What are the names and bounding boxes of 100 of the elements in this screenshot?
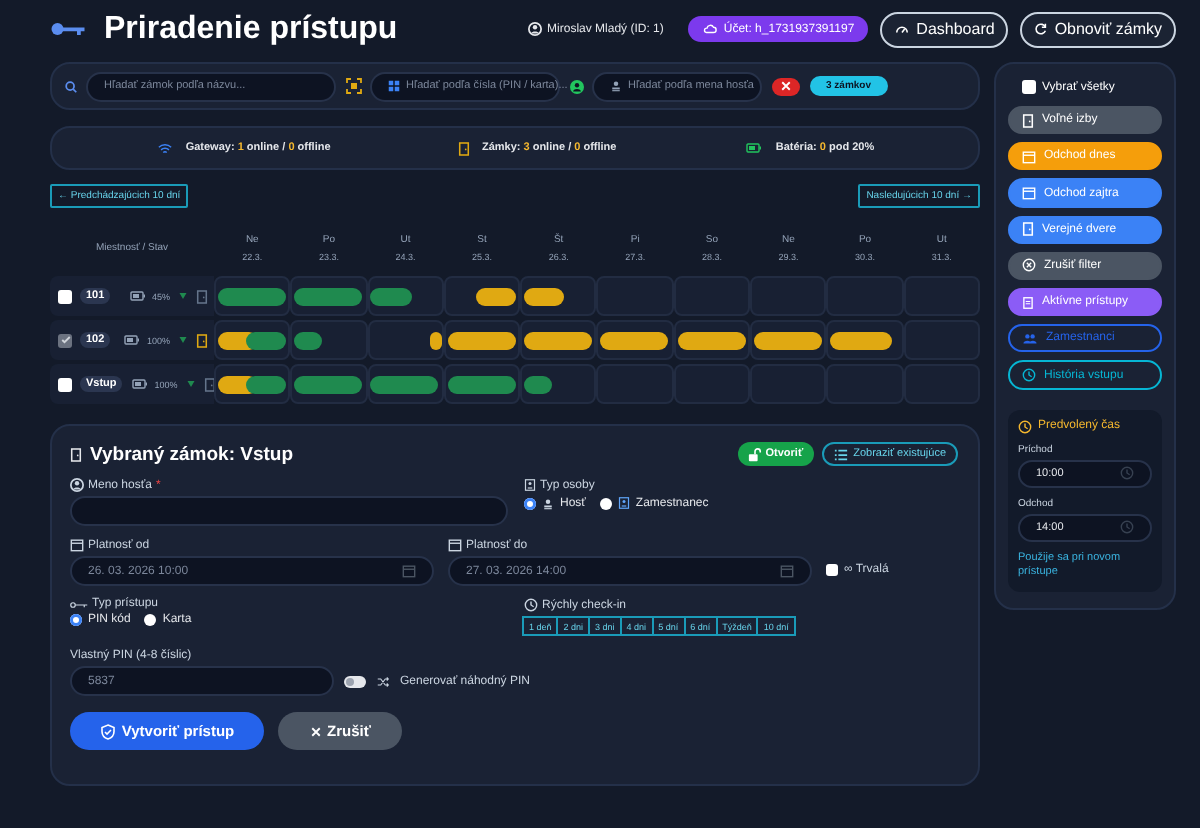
day-cell[interactable]: [520, 364, 597, 404]
day-cell[interactable]: [214, 364, 291, 404]
day-cell[interactable]: [443, 364, 521, 404]
booking-bar[interactable]: [294, 332, 322, 350]
gauge-icon: [894, 22, 911, 36]
close-icon: [780, 80, 792, 92]
booking-bar[interactable]: [677, 332, 746, 350]
id-card-icon: [617, 496, 630, 510]
clock-icon: [1018, 419, 1032, 434]
day-cell[interactable]: [673, 364, 751, 404]
document-icon: [1022, 295, 1034, 310]
day-cell[interactable]: [367, 320, 444, 360]
checkbox[interactable]: [1022, 80, 1036, 94]
day-cell[interactable]: [214, 276, 291, 316]
signal-icon: [178, 292, 188, 300]
check-icon: [59, 334, 71, 346]
shuffle-icon: [376, 675, 390, 687]
day-cell[interactable]: [214, 320, 291, 360]
dashboard-button[interactable]: Dashboard: [880, 11, 1009, 47]
id-card-icon: [524, 478, 536, 492]
guest-name-field[interactable]: [70, 496, 508, 526]
booking-bar[interactable]: [246, 376, 286, 394]
signal-icon: [185, 380, 196, 388]
booking-bar[interactable]: [523, 288, 565, 306]
door-icon: [1022, 220, 1034, 239]
clock-icon: [524, 598, 538, 612]
radio-button[interactable]: [144, 614, 157, 626]
day-cell[interactable]: [903, 364, 980, 404]
checkbox[interactable]: [58, 377, 72, 391]
battery-icon: [127, 290, 148, 302]
day-cell[interactable]: [443, 276, 521, 316]
day-cell[interactable]: [673, 320, 751, 360]
page-title: Priradenie prístupu: [104, 11, 398, 47]
booking-bar[interactable]: [370, 376, 439, 394]
clock-icon: [1120, 466, 1134, 481]
wifi-icon: [155, 141, 174, 155]
booking-bar[interactable]: [830, 332, 892, 350]
day-cell[interactable]: [290, 320, 368, 360]
checkbox[interactable]: [58, 289, 72, 303]
day-cell[interactable]: [826, 320, 904, 360]
list-icon: [833, 447, 848, 461]
day-cell[interactable]: [367, 364, 444, 404]
search-icon: [64, 79, 78, 93]
clear-button[interactable]: [772, 77, 800, 95]
user-icon: [70, 478, 84, 492]
day-cell[interactable]: [443, 320, 521, 360]
day-cell[interactable]: [290, 276, 368, 316]
checkbox[interactable]: [58, 333, 72, 347]
radio-button[interactable]: [599, 497, 612, 509]
checkbox[interactable]: [826, 564, 838, 576]
day-cell[interactable]: [520, 320, 597, 360]
day-cell[interactable]: [826, 364, 904, 404]
booking-bar[interactable]: [294, 288, 363, 306]
clock-icon: [1022, 368, 1036, 383]
person-icon: [542, 497, 554, 509]
calendar-icon: [1022, 186, 1036, 200]
booking-bar[interactable]: [600, 332, 669, 350]
user-icon: [527, 22, 542, 36]
booking-bar[interactable]: [476, 288, 516, 306]
day-cell[interactable]: [673, 276, 751, 316]
day-cell[interactable]: [826, 276, 904, 316]
scan-icon: [346, 78, 362, 94]
door-icon: [70, 445, 82, 463]
key-icon: [70, 599, 88, 609]
day-cell[interactable]: [596, 276, 674, 316]
day-cell[interactable]: [367, 276, 444, 316]
battery-icon: [122, 334, 143, 346]
radio-button[interactable]: [524, 497, 536, 509]
booking-bar[interactable]: [523, 332, 593, 350]
day-cell[interactable]: [290, 364, 368, 404]
close-icon: [309, 725, 322, 737]
booking-bar[interactable]: [447, 376, 516, 394]
booking-bar[interactable]: [753, 332, 822, 350]
booking-bar[interactable]: [430, 332, 442, 350]
booking-bar[interactable]: [447, 332, 516, 350]
booking-bar[interactable]: [217, 288, 286, 306]
cloud-icon: [701, 22, 718, 36]
booking-bar[interactable]: [523, 376, 552, 394]
shield-check-icon: [99, 723, 116, 739]
day-cell[interactable]: [903, 276, 980, 316]
day-cell[interactable]: [750, 320, 827, 360]
refresh-button[interactable]: Obnoviť zámky: [1020, 11, 1176, 47]
toggle-switch[interactable]: [344, 675, 366, 687]
door-icon: [457, 139, 470, 157]
day-cell[interactable]: [750, 276, 827, 316]
calendar-icon: [402, 564, 416, 578]
booking-bar[interactable]: [370, 288, 412, 306]
person-icon: [570, 79, 584, 93]
day-cell[interactable]: [520, 276, 597, 316]
day-cell[interactable]: [903, 320, 980, 360]
signal-icon: [178, 336, 188, 344]
person-icon: [610, 80, 622, 92]
booking-bar[interactable]: [294, 376, 363, 394]
radio-button[interactable]: [70, 614, 82, 626]
day-cell[interactable]: [596, 320, 674, 360]
day-cell[interactable]: [596, 364, 674, 404]
day-cell[interactable]: [750, 364, 827, 404]
calendar-icon: [780, 564, 794, 578]
booking-bar[interactable]: [246, 332, 286, 350]
users-icon: [1022, 331, 1038, 346]
